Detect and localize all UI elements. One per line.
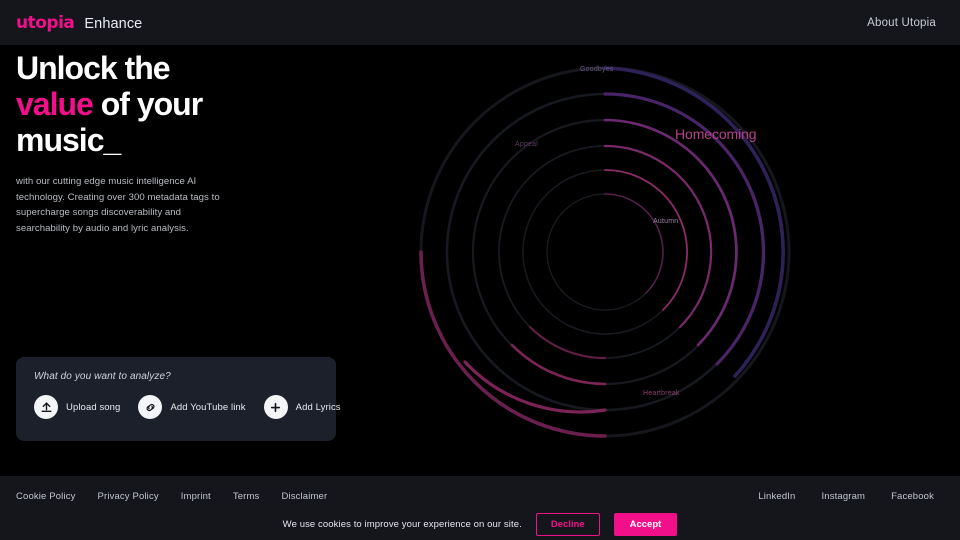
footer-link-instagram[interactable]: Instagram: [821, 491, 865, 502]
add-youtube-link-label: Add YouTube link: [170, 402, 245, 413]
ring-arc-3a: [605, 146, 711, 327]
product-name-label: Enhance: [84, 16, 142, 32]
page-title: Unlock the value of your music_: [16, 52, 376, 156]
footer-link-disclaimer[interactable]: Disclaimer: [281, 491, 327, 502]
footer-social-links: LinkedIn Instagram Facebook: [758, 491, 944, 502]
upload-icon: [34, 395, 58, 419]
link-icon: [138, 395, 162, 419]
hero-section: Unlock the value of your music_ with our…: [16, 52, 376, 236]
analyze-card-title: What do you want to analyze?: [34, 371, 318, 382]
headline-line-3: music_: [16, 124, 376, 156]
plus-icon: [264, 395, 288, 419]
ring-arc-2a: [605, 170, 687, 310]
headline-accent-word: value: [16, 86, 93, 122]
footer-link-imprint[interactable]: Imprint: [181, 491, 211, 502]
add-lyrics-button[interactable]: Add Lyrics: [264, 395, 341, 419]
footer-link-linkedin[interactable]: LinkedIn: [758, 491, 795, 502]
headline-line-1: Unlock the: [16, 52, 376, 84]
ring-arc-5b: [465, 362, 605, 412]
ring-track-5: [447, 94, 763, 410]
headline-line-2: value of your: [16, 88, 376, 120]
footer-link-privacy-policy[interactable]: Privacy Policy: [98, 491, 159, 502]
ring-arc-3b: [530, 327, 605, 358]
ring-track-3: [499, 146, 711, 358]
headline-line-2-rest: of your: [93, 86, 202, 122]
add-lyrics-label: Add Lyrics: [296, 402, 341, 413]
upload-song-button[interactable]: Upload song: [34, 395, 120, 419]
analyze-card: What do you want to analyze? Upload song: [16, 357, 336, 441]
footer-link-cookie-policy[interactable]: Cookie Policy: [16, 491, 76, 502]
ring-track-6: [421, 68, 789, 436]
footer-link-terms[interactable]: Terms: [233, 491, 260, 502]
cookie-banner-message: We use cookies to improve your experienc…: [283, 519, 522, 530]
utopia-logo[interactable]: utopia: [16, 13, 74, 33]
upload-song-label: Upload song: [66, 402, 120, 413]
ring-arc-1a: [605, 194, 663, 293]
about-utopia-link[interactable]: About Utopia: [867, 17, 944, 29]
analyze-actions: Upload song Add YouTube link: [34, 395, 318, 419]
ring-arc-4a: [605, 120, 736, 345]
cookie-accept-button[interactable]: Accept: [614, 513, 678, 536]
radial-arcs-svg: [385, 40, 825, 470]
add-youtube-link-button[interactable]: Add YouTube link: [138, 395, 245, 419]
footer-link-facebook[interactable]: Facebook: [891, 491, 934, 502]
ring-arc-4b: [512, 345, 605, 384]
hero-subcopy: with our cutting edge music intelligence…: [16, 174, 231, 236]
top-header: utopia Enhance About Utopia: [0, 0, 960, 45]
radial-visualization: Goodbyes Homecoming Appeal Autumn Heartb…: [385, 40, 825, 470]
app-page: utopia Enhance About Utopia Unlock the v…: [0, 0, 960, 540]
cookie-decline-button[interactable]: Decline: [536, 513, 600, 536]
brand[interactable]: utopia Enhance: [16, 13, 142, 33]
cookie-consent-banner: We use cookies to improve your experienc…: [0, 508, 960, 540]
footer-legal-links: Cookie Policy Privacy Policy Imprint Ter…: [16, 491, 327, 502]
